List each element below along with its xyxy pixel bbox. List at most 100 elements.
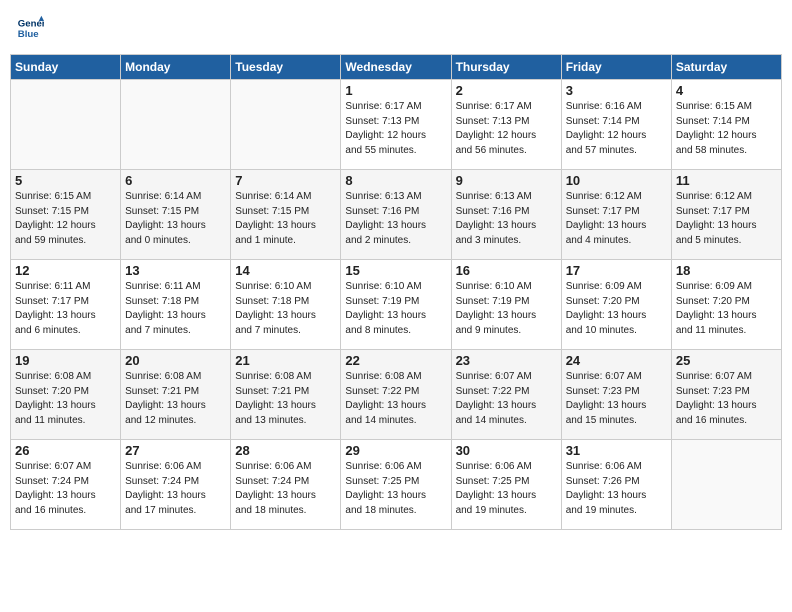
day-number: 13: [125, 263, 226, 278]
calendar-cell: 21Sunrise: 6:08 AMSunset: 7:21 PMDayligh…: [231, 350, 341, 440]
day-content: Sunrise: 6:07 AMSunset: 7:22 PMDaylight:…: [456, 370, 557, 428]
day-content: Sunrise: 6:15 AMSunset: 7:14 PMDaylight:…: [676, 100, 777, 158]
day-number: 2: [456, 83, 557, 98]
day-number: 18: [676, 263, 777, 278]
day-number: 5: [15, 173, 116, 188]
day-number: 20: [125, 353, 226, 368]
calendar-cell: 11 Sunrise: 6:12 AMSunset: 7:17 PMDayligh…: [671, 170, 781, 260]
calendar-cell: 9Sunrise: 6:13 AMSunset: 7:16 PMDaylight…: [451, 170, 561, 260]
calendar-week-row: 19 Sunrise: 6:08 AMSunset: 7:20 PMDayligh…: [11, 350, 782, 440]
calendar-cell: 4 Sunrise: 6:15 AMSunset: 7:14 PMDaylight…: [671, 80, 781, 170]
day-content: Sunrise: 6:17 AMSunset: 7:13 PMDaylight:…: [456, 100, 557, 158]
day-number: 14: [235, 263, 336, 278]
day-number: 28: [235, 443, 336, 458]
calendar-cell: [11, 80, 121, 170]
day-content: Sunrise: 6:17 AMSunset: 7:13 PMDaylight:…: [345, 100, 446, 158]
day-content: Sunrise: 6:08 AMSunset: 7:21 PMDaylight:…: [125, 370, 226, 428]
calendar-cell: 23 Sunrise: 6:07 AMSunset: 7:22 PMDayligh…: [451, 350, 561, 440]
calendar-cell: 27Sunrise: 6:06 AMSunset: 7:24 PMDayligh…: [121, 440, 231, 530]
weekday-header: Wednesday: [341, 55, 451, 80]
day-content: Sunrise: 6:09 AMSunset: 7:20 PMDaylight:…: [566, 280, 667, 338]
calendar-cell: 22 Sunrise: 6:08 AMSunset: 7:22 PMDayligh…: [341, 350, 451, 440]
calendar-cell: 13Sunrise: 6:11 AMSunset: 7:18 PMDayligh…: [121, 260, 231, 350]
calendar-week-row: 5 Sunrise: 6:15 AMSunset: 7:15 PMDaylight…: [11, 170, 782, 260]
calendar-cell: 28 Sunrise: 6:06 AMSunset: 7:24 PMDayligh…: [231, 440, 341, 530]
calendar-cell: 7 Sunrise: 6:14 AMSunset: 7:15 PMDaylight…: [231, 170, 341, 260]
weekday-header: Thursday: [451, 55, 561, 80]
calendar-cell: 16 Sunrise: 6:10 AMSunset: 7:19 PMDayligh…: [451, 260, 561, 350]
day-content: Sunrise: 6:10 AMSunset: 7:19 PMDaylight:…: [345, 280, 446, 338]
day-content: Sunrise: 6:15 AMSunset: 7:15 PMDaylight:…: [15, 190, 116, 248]
day-number: 11: [676, 173, 777, 188]
day-content: Sunrise: 6:08 AMSunset: 7:21 PMDaylight:…: [235, 370, 336, 428]
calendar-cell: 10 Sunrise: 6:12 AMSunset: 7:17 PMDayligh…: [561, 170, 671, 260]
day-content: Sunrise: 6:06 AMSunset: 7:26 PMDaylight:…: [566, 460, 667, 518]
day-content: Sunrise: 6:06 AMSunset: 7:24 PMDaylight:…: [235, 460, 336, 518]
day-content: Sunrise: 6:07 AMSunset: 7:23 PMDaylight:…: [566, 370, 667, 428]
calendar-table: SundayMondayTuesdayWednesdayThursdayFrid…: [10, 54, 782, 530]
calendar-cell: 20 Sunrise: 6:08 AMSunset: 7:21 PMDayligh…: [121, 350, 231, 440]
weekday-header: Saturday: [671, 55, 781, 80]
day-content: Sunrise: 6:09 AMSunset: 7:20 PMDaylight:…: [676, 280, 777, 338]
calendar-cell: 2 Sunrise: 6:17 AMSunset: 7:13 PMDaylight…: [451, 80, 561, 170]
day-number: 7: [235, 173, 336, 188]
day-content: Sunrise: 6:07 AMSunset: 7:23 PMDaylight:…: [676, 370, 777, 428]
calendar-cell: 14 Sunrise: 6:10 AMSunset: 7:18 PMDayligh…: [231, 260, 341, 350]
calendar-cell: 1 Sunrise: 6:17 AMSunset: 7:13 PMDaylight…: [341, 80, 451, 170]
day-content: Sunrise: 6:10 AMSunset: 7:18 PMDaylight:…: [235, 280, 336, 338]
calendar-week-row: 1 Sunrise: 6:17 AMSunset: 7:13 PMDaylight…: [11, 80, 782, 170]
calendar-cell: [671, 440, 781, 530]
calendar-cell: 31 Sunrise: 6:06 AMSunset: 7:26 PMDayligh…: [561, 440, 671, 530]
day-number: 19: [15, 353, 116, 368]
day-number: 31: [566, 443, 667, 458]
day-number: 17: [566, 263, 667, 278]
day-number: 27: [125, 443, 226, 458]
day-number: 23: [456, 353, 557, 368]
day-content: Sunrise: 6:08 AMSunset: 7:20 PMDaylight:…: [15, 370, 116, 428]
calendar-cell: 25 Sunrise: 6:07 AMSunset: 7:23 PMDayligh…: [671, 350, 781, 440]
calendar-cell: 30Sunrise: 6:06 AMSunset: 7:25 PMDayligh…: [451, 440, 561, 530]
day-content: Sunrise: 6:14 AMSunset: 7:15 PMDaylight:…: [235, 190, 336, 248]
day-content: Sunrise: 6:13 AMSunset: 7:16 PMDaylight:…: [345, 190, 446, 248]
day-content: Sunrise: 6:12 AMSunset: 7:17 PMDaylight:…: [566, 190, 667, 248]
weekday-header: Sunday: [11, 55, 121, 80]
calendar-cell: 15 Sunrise: 6:10 AMSunset: 7:19 PMDayligh…: [341, 260, 451, 350]
day-number: 24: [566, 353, 667, 368]
day-content: Sunrise: 6:07 AMSunset: 7:24 PMDaylight:…: [15, 460, 116, 518]
calendar-cell: 29 Sunrise: 6:06 AMSunset: 7:25 PMDayligh…: [341, 440, 451, 530]
day-number: 16: [456, 263, 557, 278]
day-number: 3: [566, 83, 667, 98]
logo-icon: General Blue: [16, 14, 44, 42]
day-content: Sunrise: 6:10 AMSunset: 7:19 PMDaylight:…: [456, 280, 557, 338]
calendar-cell: 6Sunrise: 6:14 AMSunset: 7:15 PMDaylight…: [121, 170, 231, 260]
day-number: 29: [345, 443, 446, 458]
day-content: Sunrise: 6:11 AMSunset: 7:17 PMDaylight:…: [15, 280, 116, 338]
calendar-cell: [121, 80, 231, 170]
day-number: 4: [676, 83, 777, 98]
calendar-cell: 8 Sunrise: 6:13 AMSunset: 7:16 PMDaylight…: [341, 170, 451, 260]
calendar-week-row: 26 Sunrise: 6:07 AMSunset: 7:24 PMDayligh…: [11, 440, 782, 530]
day-number: 25: [676, 353, 777, 368]
day-number: 26: [15, 443, 116, 458]
weekday-header: Monday: [121, 55, 231, 80]
calendar-cell: 5 Sunrise: 6:15 AMSunset: 7:15 PMDaylight…: [11, 170, 121, 260]
calendar-cell: 19 Sunrise: 6:08 AMSunset: 7:20 PMDayligh…: [11, 350, 121, 440]
day-number: 10: [566, 173, 667, 188]
calendar-cell: 3Sunrise: 6:16 AMSunset: 7:14 PMDaylight…: [561, 80, 671, 170]
day-number: 15: [345, 263, 446, 278]
calendar-week-row: 12Sunrise: 6:11 AMSunset: 7:17 PMDayligh…: [11, 260, 782, 350]
day-number: 6: [125, 173, 226, 188]
logo: General Blue: [16, 14, 46, 42]
weekday-header: Friday: [561, 55, 671, 80]
day-number: 22: [345, 353, 446, 368]
day-content: Sunrise: 6:12 AMSunset: 7:17 PMDaylight:…: [676, 190, 777, 248]
calendar-cell: 26 Sunrise: 6:07 AMSunset: 7:24 PMDayligh…: [11, 440, 121, 530]
calendar-cell: 12Sunrise: 6:11 AMSunset: 7:17 PMDayligh…: [11, 260, 121, 350]
day-content: Sunrise: 6:08 AMSunset: 7:22 PMDaylight:…: [345, 370, 446, 428]
day-number: 8: [345, 173, 446, 188]
weekday-header: Tuesday: [231, 55, 341, 80]
calendar-cell: 24 Sunrise: 6:07 AMSunset: 7:23 PMDayligh…: [561, 350, 671, 440]
day-number: 1: [345, 83, 446, 98]
day-content: Sunrise: 6:06 AMSunset: 7:25 PMDaylight:…: [456, 460, 557, 518]
day-content: Sunrise: 6:06 AMSunset: 7:25 PMDaylight:…: [345, 460, 446, 518]
